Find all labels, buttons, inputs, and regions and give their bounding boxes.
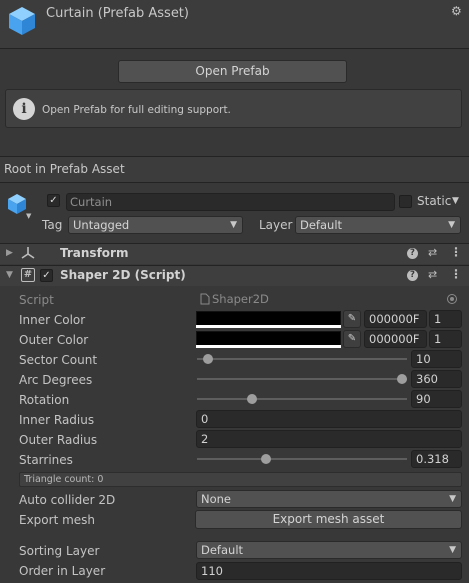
static-checkbox[interactable] [399,195,412,208]
tag-label: Tag [42,218,63,232]
outer-radius-field[interactable]: 2 [196,430,462,448]
rotation-slider-track[interactable] [197,398,407,400]
inner-color-hex-field[interactable]: 000000F [364,310,427,328]
rotation-label: Rotation [19,393,70,407]
prefab-cube-icon [9,7,35,35]
transform-foldout-icon[interactable]: ▶ [6,248,13,258]
inner-color-alpha-bar [196,325,341,328]
shaper2d-title: Shaper 2D (Script) [60,268,186,282]
tag-dropdown[interactable]: Untagged ▼ [68,216,243,234]
outer-color-label: Outer Color [19,333,89,347]
arc-degrees-slider-thumb[interactable] [397,374,407,384]
sector-count-label: Sector Count [19,353,98,367]
eyedropper-icon[interactable]: ✎ [343,330,361,348]
outer-color-hex-field[interactable]: 000000F [364,330,427,348]
outer-color-alpha-bar [196,345,341,348]
auto-collider-value: None [201,492,232,506]
tag-value: Untagged [73,218,130,232]
sector-count-slider-thumb[interactable] [203,354,213,364]
inner-radius-field[interactable]: 0 [196,410,462,428]
script-hash-icon: # [21,268,35,282]
help-icon[interactable]: ? [407,270,418,281]
static-dropdown-icon[interactable]: ▼ [452,196,459,206]
root-label: Root in Prefab Asset [4,162,125,176]
transform-icon [21,247,35,259]
transform-title: Transform [60,246,129,260]
script-label: Script [19,293,54,307]
triangle-count-text: Triangle count: 0 [24,474,104,485]
presets-icon[interactable]: ⇄ [428,268,437,281]
inner-color-label: Inner Color [19,313,86,327]
layer-dropdown[interactable]: Default ▼ [295,216,461,234]
starrines-slider-track[interactable] [197,458,407,460]
shaper2d-enabled-checkbox[interactable]: ✓ [40,269,53,282]
starrines-slider-thumb[interactable] [261,454,271,464]
help-icon[interactable]: ? [407,248,418,259]
icon-dropdown-arrow-icon[interactable]: ▼ [26,212,31,220]
more-options-icon[interactable]: ⋮ [450,245,462,259]
layer-value: Default [300,218,343,232]
script-value: Shaper2D [212,292,269,306]
chevron-down-icon: ▼ [448,220,455,230]
shaper2d-foldout-icon[interactable]: ▼ [6,270,13,280]
object-picker-icon[interactable] [447,294,457,304]
script-file-icon [200,293,210,305]
outer-radius-label: Outer Radius [19,433,98,447]
gear-icon[interactable]: ⚙ [451,4,462,18]
rotation-field[interactable]: 90 [411,390,462,408]
sorting-layer-label: Sorting Layer [19,544,100,558]
rotation-slider-thumb[interactable] [247,394,257,404]
starrines-label: Starrines [19,453,73,467]
info-message: Open Prefab for full editing support. [42,104,231,116]
order-in-layer-field[interactable]: 110 [196,562,462,580]
sorting-layer-value: Default [201,543,244,557]
presets-icon[interactable]: ⇄ [428,246,437,259]
auto-collider-dropdown[interactable]: None ▼ [196,490,462,508]
layer-label: Layer [259,218,293,232]
arc-degrees-slider-track[interactable] [197,378,407,380]
auto-collider-label: Auto collider 2D [19,493,116,507]
info-icon: i [13,98,35,120]
starrines-field[interactable]: 0.318 [411,450,462,468]
sorting-layer-dropdown[interactable]: Default ▼ [196,541,462,559]
chevron-down-icon: ▼ [230,220,237,230]
inner-radius-label: Inner Radius [19,413,95,427]
gameobject-name-field[interactable]: Curtain [66,193,395,211]
arc-degrees-field[interactable]: 360 [411,370,462,388]
export-mesh-button[interactable]: Export mesh asset [195,510,462,529]
gameobject-icon[interactable] [6,193,28,215]
export-mesh-label: Export mesh [19,513,96,527]
chevron-down-icon: ▼ [449,494,456,504]
static-label: Static [417,194,452,208]
sector-count-field[interactable]: 10 [411,350,462,368]
outer-color-alpha-field[interactable]: 1 [429,330,462,348]
inner-color-alpha-field[interactable]: 1 [429,310,462,328]
active-checkbox[interactable]: ✓ [47,194,60,207]
inspector-title: Curtain (Prefab Asset) [46,6,189,21]
chevron-down-icon: ▼ [449,545,456,555]
open-prefab-button[interactable]: Open Prefab [118,60,347,83]
arc-degrees-label: Arc Degrees [19,373,93,387]
more-options-icon[interactable]: ⋮ [450,267,462,281]
sector-count-slider-track[interactable] [197,358,407,360]
order-in-layer-label: Order in Layer [19,564,106,578]
eyedropper-icon[interactable]: ✎ [343,310,361,328]
